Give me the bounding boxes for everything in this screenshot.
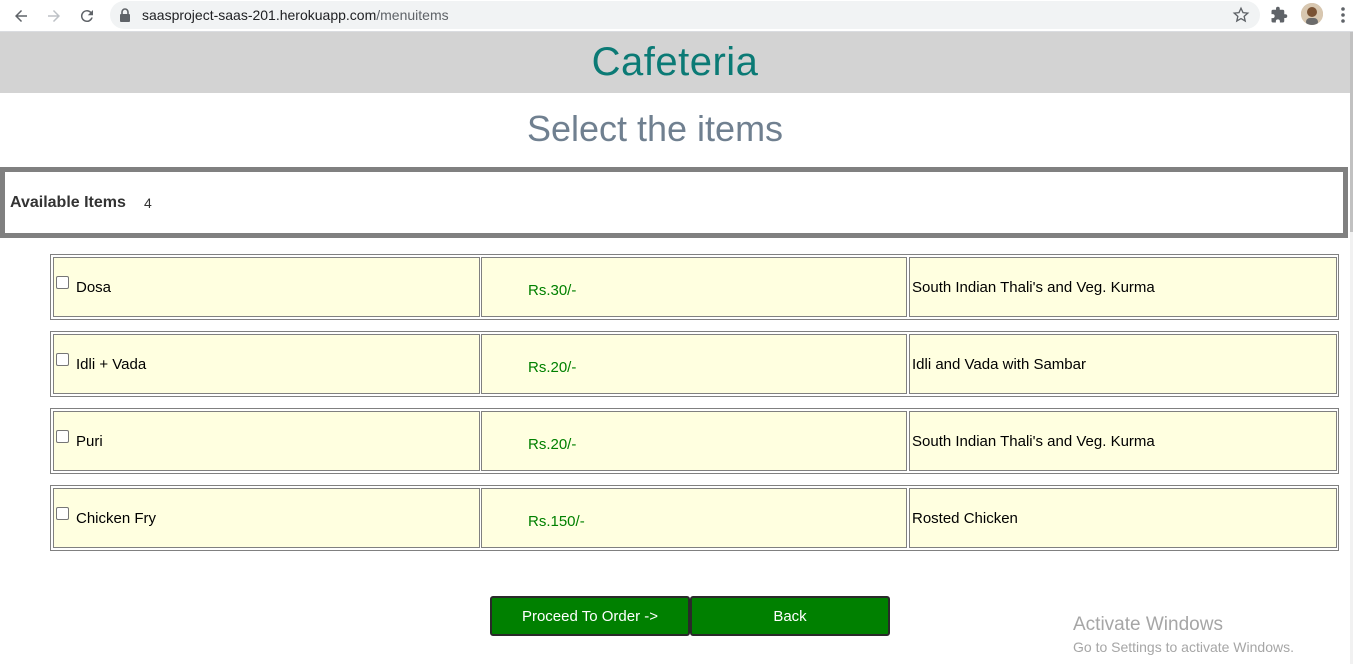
item-checkbox[interactable]: [56, 353, 69, 366]
item-price-cell: Rs.30/-: [481, 257, 907, 317]
item-name: Chicken Fry: [76, 510, 157, 527]
back-button[interactable]: Back: [690, 596, 890, 636]
item-description-cell: South Indian Thali's and Veg. Kurma: [909, 257, 1337, 317]
item-price-cell: Rs.20/-: [481, 411, 907, 471]
menu-dots-icon[interactable]: [1336, 6, 1350, 24]
reload-icon[interactable]: [75, 4, 99, 28]
item-name-cell: Dosa: [53, 257, 480, 317]
available-items-label: Available Items: [10, 194, 126, 211]
item-checkbox[interactable]: [56, 507, 69, 520]
watermark-title: Activate Windows: [1073, 614, 1223, 635]
item-description: South Indian Thali's and Veg. Kurma: [912, 279, 1155, 296]
url-path: /menuitems: [376, 7, 449, 23]
menu-item-row: Chicken Fry Rs.150/- Rosted Chicken: [50, 485, 1339, 551]
proceed-to-order-button[interactable]: Proceed To Order ->: [490, 596, 690, 636]
item-price-cell: Rs.20/-: [481, 334, 907, 394]
browser-toolbar: saasproject-saas-201.herokuapp.com/menui…: [0, 0, 1353, 32]
profile-avatar[interactable]: [1301, 3, 1323, 25]
item-name: Dosa: [76, 279, 112, 296]
item-description: Idli and Vada with Sambar: [912, 356, 1086, 373]
page-title: Select the items: [526, 108, 784, 149]
extensions-icon[interactable]: [1270, 6, 1288, 24]
windows-activation-watermark: Activate Windows Go to Settings to activ…: [1073, 614, 1294, 655]
watermark-subtitle: Go to Settings to activate Windows.: [1073, 639, 1294, 655]
item-name: Idli + Vada: [76, 356, 147, 373]
item-description-cell: Rosted Chicken: [909, 488, 1337, 548]
url-host: saasproject-saas-201.herokuapp.com: [142, 7, 377, 23]
item-name-cell: Idli + Vada: [53, 334, 480, 394]
brand-title: Cafeteria: [591, 40, 759, 84]
available-items-panel: Available Items 4: [0, 167, 1348, 238]
item-price: Rs.20/-: [528, 436, 577, 453]
star-icon[interactable]: [1232, 6, 1250, 24]
item-checkbox[interactable]: [56, 430, 69, 443]
item-price: Rs.30/-: [528, 282, 577, 299]
menu-item-row: Idli + Vada Rs.20/- Idli and Vada with S…: [50, 331, 1339, 397]
site-header: Cafeteria: [0, 32, 1350, 93]
menu-item-row: Puri Rs.20/- South Indian Thali's and Ve…: [50, 408, 1339, 474]
item-description-cell: South Indian Thali's and Veg. Kurma: [909, 411, 1337, 471]
url-text: saasproject-saas-201.herokuapp.com/menui…: [142, 7, 449, 23]
item-name: Puri: [76, 433, 103, 450]
lock-icon: [120, 8, 130, 22]
menu-item-row: Dosa Rs.30/- South Indian Thali's and Ve…: [50, 254, 1339, 320]
item-price: Rs.20/-: [528, 359, 577, 376]
item-description-cell: Idli and Vada with Sambar: [909, 334, 1337, 394]
item-name-cell: Puri: [53, 411, 480, 471]
item-price: Rs.150/-: [528, 513, 585, 530]
item-description: Rosted Chicken: [912, 510, 1018, 527]
item-checkbox[interactable]: [56, 276, 69, 289]
item-name-cell: Chicken Fry: [53, 488, 480, 548]
item-price-cell: Rs.150/-: [481, 488, 907, 548]
forward-icon[interactable]: [42, 4, 66, 28]
address-bar[interactable]: saasproject-saas-201.herokuapp.com/menui…: [110, 1, 1260, 29]
back-icon[interactable]: [9, 4, 33, 28]
available-items-count: 4: [144, 195, 152, 211]
item-description: South Indian Thali's and Veg. Kurma: [912, 433, 1155, 450]
